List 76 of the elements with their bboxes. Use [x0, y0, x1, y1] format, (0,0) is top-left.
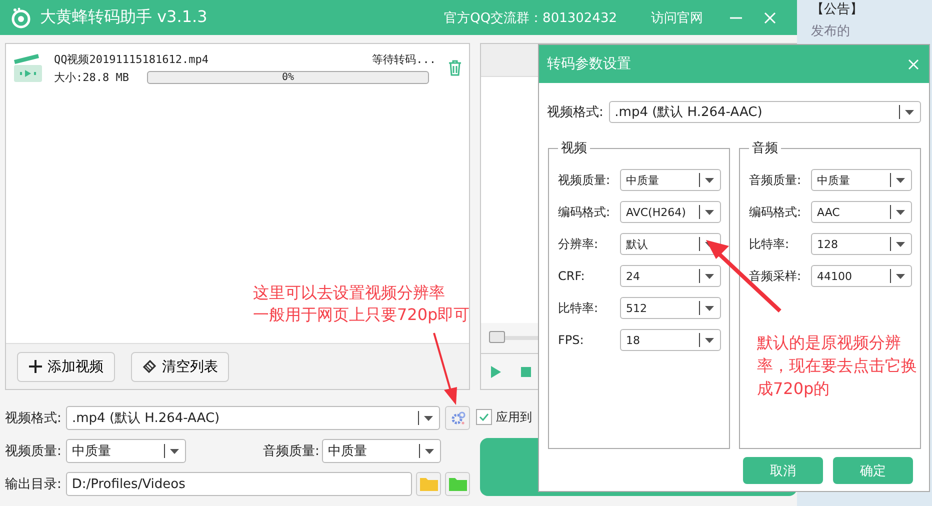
dropdown[interactable]: .mp4 (默认 H.264-AAC): [66, 406, 440, 430]
field-label: 视频格式:: [5, 410, 62, 427]
field-label: 音频采样:: [749, 268, 802, 284]
caret-icon: [896, 274, 905, 278]
caret-icon: [896, 242, 905, 246]
caret-icon: [705, 178, 714, 182]
caret-icon: [705, 210, 714, 214]
notice-text: 发布的: [811, 23, 851, 40]
dropdown[interactable]: 128: [811, 233, 912, 255]
caret-icon: [705, 338, 714, 342]
field-label: 视频质量:: [5, 443, 62, 460]
dropdown[interactable]: AAC: [811, 201, 912, 223]
window-title: 大黄蜂转码助手 v3.1.3: [40, 7, 208, 28]
dropdown[interactable]: .mp4 (默认 H.264-AAC): [608, 101, 921, 123]
field-label: 分辨率:: [558, 236, 600, 252]
caret-icon: [705, 306, 714, 310]
play-icon[interactable]: [491, 366, 501, 378]
list-button[interactable]: 添加视频: [17, 352, 115, 382]
dropdown[interactable]: 中质量: [66, 439, 186, 463]
file-name: QQ视频20191115181612.mp4: [54, 52, 208, 66]
dropdown[interactable]: 中质量: [620, 169, 721, 191]
close-icon[interactable]: [763, 10, 777, 24]
gears-icon: [450, 410, 466, 426]
caret-icon: [705, 274, 714, 278]
group-title: 音频: [751, 140, 779, 157]
field-label: 输出目录:: [5, 476, 62, 493]
group-title: 视频: [560, 140, 588, 157]
plus-icon: [28, 360, 42, 373]
dropdown[interactable]: 24: [620, 265, 721, 287]
dropdown[interactable]: 中质量: [322, 439, 441, 463]
caret-icon: [896, 178, 905, 182]
dialog-title: 转码参数设置: [547, 55, 631, 73]
field-label: 编码格式:: [558, 204, 612, 220]
caret-icon: [425, 448, 434, 454]
field-label: 比特率:: [749, 236, 790, 252]
brush-icon: [142, 360, 156, 374]
status-text: 等待转码...: [372, 52, 436, 66]
field-label: 视频格式:: [547, 104, 604, 121]
caret-icon: [170, 448, 179, 454]
list-button[interactable]: 清空列表: [131, 352, 229, 382]
trash-icon[interactable]: [448, 60, 462, 76]
dropdown[interactable]: 中质量: [811, 169, 912, 191]
field-label: 音频质量:: [749, 172, 802, 188]
dropdown[interactable]: 512: [620, 297, 721, 319]
field-label: 音频质量:: [263, 443, 320, 460]
folder-icon: [448, 477, 467, 491]
field-label: 编码格式:: [749, 204, 802, 220]
dropdown[interactable]: 18: [620, 329, 721, 351]
field-label: FPS:: [558, 333, 585, 347]
check-icon: [479, 413, 489, 421]
video-file-icon: [12, 52, 44, 84]
field-label: 视频质量:: [558, 172, 612, 188]
annotation-text: 默认的是原视频分辨 率，现在要去点击它换 成720p的: [757, 332, 917, 400]
browse-button[interactable]: [416, 472, 442, 496]
folder-icon: [420, 477, 438, 491]
annotation-text: 这里可以去设置视频分辨率 一般用于网页上只要720p即可: [253, 282, 470, 326]
progress-bar: 0%: [146, 70, 429, 84]
dropdown[interactable]: AVC(H264): [620, 201, 721, 223]
notice-title: 【公告】: [811, 1, 864, 18]
file-size: 大小:28.8 MB: [54, 70, 129, 84]
open-folder-button[interactable]: [445, 472, 470, 496]
dropdown[interactable]: 默认: [620, 233, 721, 255]
dropdown[interactable]: 44100: [811, 265, 912, 287]
logo-icon: [10, 6, 32, 28]
stop-icon[interactable]: [521, 366, 531, 376]
caret-icon: [905, 110, 914, 114]
qq-group-text: 官方QQ交流群：801302432: [444, 10, 617, 26]
close-icon[interactable]: [908, 58, 919, 70]
caret-icon: [424, 416, 433, 420]
caret-icon: [896, 210, 905, 214]
output-path-field[interactable]: D:/Profiles/Videos: [66, 472, 412, 496]
checkbox-label: 应用到: [496, 408, 532, 426]
settings-button[interactable]: [445, 406, 470, 430]
field-label: CRF:: [558, 269, 586, 283]
checkbox[interactable]: [476, 409, 492, 425]
field-label: 比特率:: [558, 300, 600, 316]
